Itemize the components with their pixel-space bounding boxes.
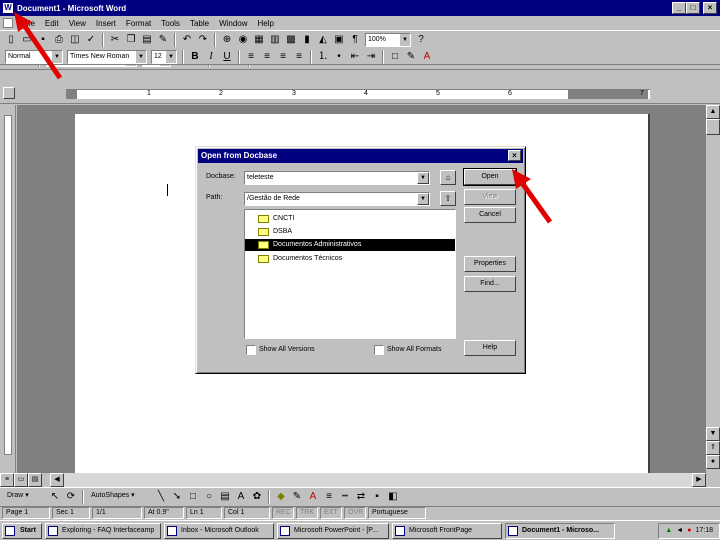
annotation-arrows (14, 12, 553, 224)
arrow-to-open-button (512, 169, 553, 224)
arrow-to-open-icon (14, 12, 63, 80)
